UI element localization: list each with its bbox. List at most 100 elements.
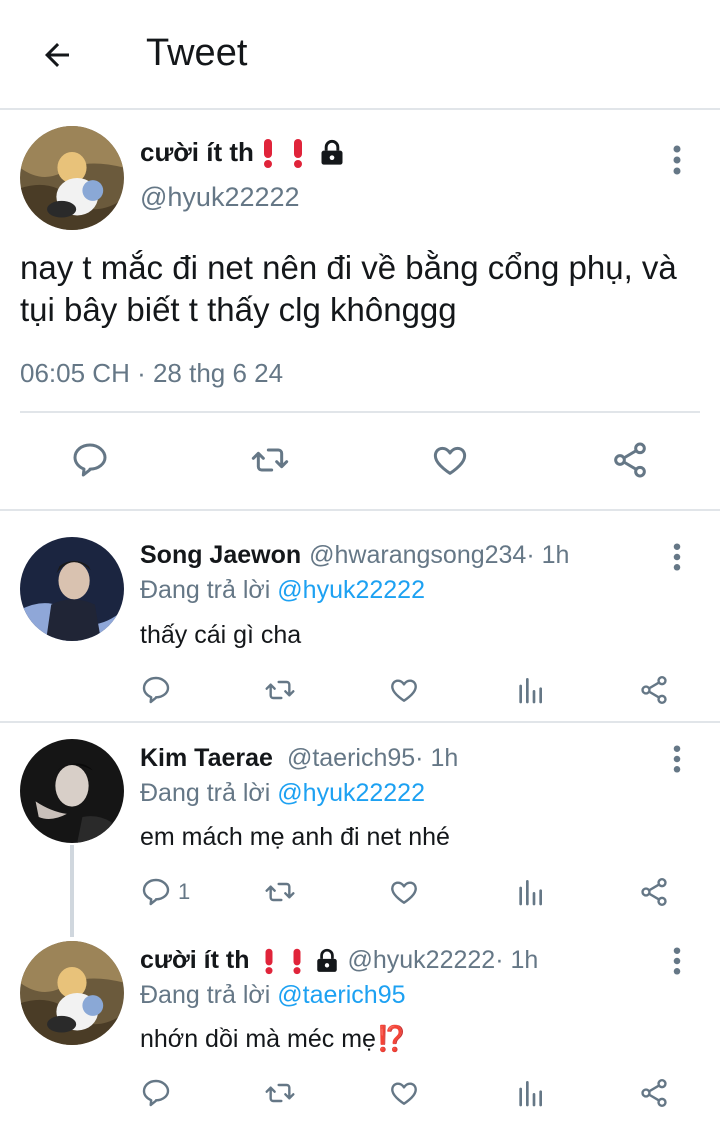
reply-text: em mách mẹ anh đi net nhé — [140, 823, 450, 851]
more-options-button[interactable] — [662, 739, 692, 779]
divider — [20, 411, 700, 413]
reply-author-name[interactable]: cười ít th — [140, 946, 250, 975]
replying-to: Đang trả lời @hyuk22222 — [140, 779, 425, 808]
thread-connector — [70, 845, 74, 937]
retweet-button[interactable] — [262, 670, 298, 710]
reply-icon — [73, 443, 107, 477]
top-bar: Tweet — [0, 0, 720, 110]
like-button[interactable] — [388, 1073, 420, 1113]
exclamation-icon — [293, 948, 300, 974]
replying-to-label: Đang trả lời — [140, 576, 278, 604]
reply-button[interactable] — [65, 430, 115, 490]
author-name[interactable]: cười ít th — [140, 137, 346, 168]
reply-author-handle[interactable]: @taerich95 — [287, 744, 415, 773]
tweet-text: nay t mắc đi net nên đi về bằng cổng phụ… — [20, 249, 677, 328]
replying-to-label: Đang trả lời — [140, 981, 278, 1009]
share-button[interactable] — [638, 1073, 670, 1113]
exclamation-icon — [293, 138, 302, 168]
divider — [0, 721, 720, 723]
reply-button[interactable] — [140, 1073, 178, 1113]
reply-time: · 1h — [495, 946, 539, 974]
heart-icon — [433, 446, 467, 475]
lock-icon — [316, 948, 337, 972]
author-name-text: cười ít th — [140, 137, 254, 167]
analytics-icon — [519, 880, 542, 906]
like-button[interactable] — [388, 670, 420, 710]
replying-to-mention[interactable]: @hyuk22222 — [277, 779, 425, 807]
retweet-icon — [265, 882, 295, 902]
reply-icon — [142, 878, 170, 906]
replying-to: Đang trả lời @hyuk22222 — [140, 576, 425, 605]
more-options-button[interactable] — [662, 941, 692, 981]
analytics-button[interactable] — [514, 670, 546, 710]
lock-icon — [321, 139, 343, 165]
exclamation-icon — [263, 138, 272, 168]
retweet-button[interactable] — [262, 872, 298, 912]
tweet-actions — [0, 430, 720, 490]
retweet-icon — [251, 448, 289, 472]
heart-icon — [391, 881, 417, 904]
reply-button[interactable]: 1 — [140, 872, 190, 912]
avatar[interactable] — [20, 941, 124, 1045]
more-vertical-icon — [673, 947, 681, 975]
more-vertical-icon — [673, 745, 681, 773]
more-options-button[interactable] — [662, 537, 692, 577]
share-button[interactable] — [638, 670, 670, 710]
tweet-timestamp[interactable]: 06:05 CH · 28 thg 6 24 — [20, 358, 283, 389]
heart-icon — [391, 1082, 417, 1105]
author-handle[interactable]: @hyuk22222 — [140, 182, 300, 213]
reply-header: cười ít th @hyuk22222 · 1h — [140, 946, 538, 975]
analytics-button[interactable] — [514, 872, 546, 912]
avatar-image — [20, 739, 124, 843]
avatar-image — [20, 126, 124, 230]
avatar[interactable] — [20, 537, 124, 641]
reply-author-name[interactable]: Song Jaewon — [140, 541, 301, 570]
reply-count: 1 — [178, 879, 191, 904]
analytics-icon — [519, 1081, 542, 1107]
divider — [0, 509, 720, 511]
heart-icon — [391, 679, 417, 702]
avatar[interactable] — [20, 126, 124, 230]
reply-icon — [142, 676, 170, 704]
analytics-button[interactable] — [514, 1073, 546, 1113]
replying-to-mention[interactable]: @taerich95 — [277, 981, 405, 1009]
reply-header: Kim Taerae @taerich95 · 1h — [140, 744, 458, 773]
interrobang-emoji: ⁉️ — [375, 1025, 408, 1053]
share-icon — [641, 676, 667, 704]
retweet-button[interactable] — [245, 430, 295, 490]
exclamation-icon — [265, 948, 272, 974]
share-icon — [641, 878, 667, 906]
more-vertical-icon — [673, 145, 681, 175]
share-button[interactable] — [605, 430, 655, 490]
share-button[interactable] — [638, 872, 670, 912]
reply-author-name[interactable]: Kim Taerae — [140, 744, 273, 773]
reply-text-row: nhớn dồi mà méc mẹ ⁉️ — [140, 1025, 407, 1054]
analytics-icon — [519, 678, 542, 704]
arrow-left-icon — [45, 43, 69, 67]
reply-icon — [142, 1079, 170, 1107]
replying-to-mention[interactable]: @hyuk22222 — [277, 576, 425, 604]
avatar[interactable] — [20, 739, 124, 843]
reply-author-handle[interactable]: @hwarangsong234 — [309, 541, 526, 570]
replying-to: Đang trả lời @taerich95 — [140, 981, 406, 1010]
replying-to-label: Đang trả lời — [140, 779, 278, 807]
reply-text: nhớn dồi mà méc mẹ — [140, 1025, 376, 1053]
share-icon — [614, 442, 646, 478]
like-button[interactable] — [388, 872, 420, 912]
retweet-button[interactable] — [262, 1073, 298, 1113]
reply-time: · 1h — [415, 744, 459, 772]
reply-button[interactable] — [140, 670, 178, 710]
retweet-icon — [265, 1083, 295, 1103]
reply-time: · 1h — [526, 541, 570, 569]
like-button[interactable] — [425, 430, 475, 490]
more-vertical-icon — [673, 543, 681, 571]
reply-header: Song Jaewon @hwarangsong234 · 1h — [140, 541, 569, 570]
more-options-button[interactable] — [662, 140, 692, 180]
reply-text: thấy cái gì cha — [140, 621, 302, 649]
share-icon — [641, 1079, 667, 1107]
reply-author-handle[interactable]: @hyuk22222 — [348, 946, 496, 975]
page-title: Tweet — [146, 32, 248, 74]
retweet-icon — [265, 680, 295, 700]
avatar-image — [20, 941, 124, 1045]
back-button[interactable] — [36, 34, 78, 76]
